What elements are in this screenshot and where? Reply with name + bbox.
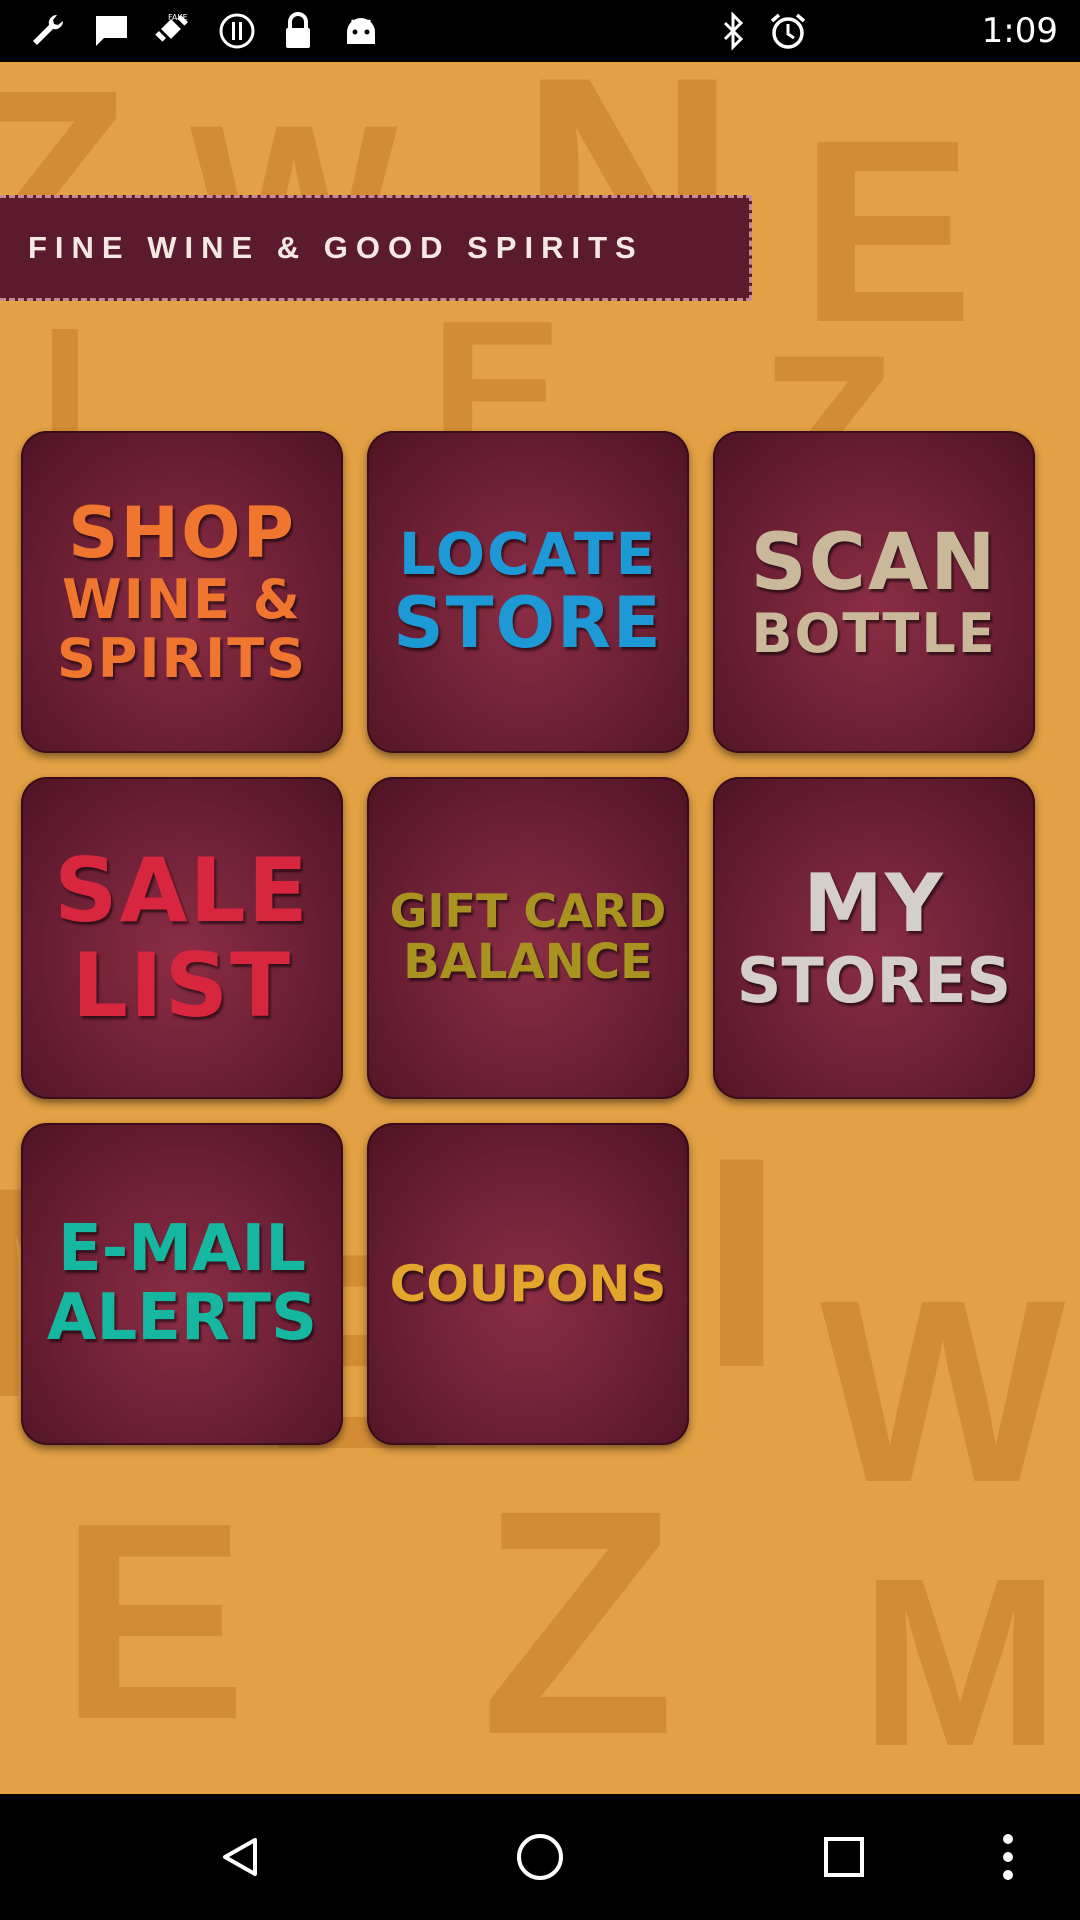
android-icon [338, 0, 384, 62]
tile-label-line: ALERTS [46, 1281, 318, 1355]
menu-icon[interactable] [948, 1794, 1068, 1920]
navigation-bar [0, 1794, 1080, 1920]
back-icon[interactable] [160, 1794, 320, 1920]
tile-label-line: SCAN [750, 517, 998, 608]
fake-gps-icon: FAKE [148, 0, 198, 62]
email-alerts-tile[interactable]: E-MAIL ALERTS [21, 1123, 343, 1445]
tile-label-line: SHOP [68, 491, 296, 574]
bg-pattern: M [860, 1528, 1060, 1794]
tile-label-line: LOCATE [398, 519, 658, 588]
alarm-icon [764, 0, 812, 62]
bg-pattern: I [700, 1094, 784, 1430]
status-time: 1:09 [981, 11, 1058, 51]
scan-bottle-tile[interactable]: SCAN BOTTLE [713, 431, 1035, 753]
recents-icon[interactable] [764, 1794, 924, 1920]
bg-pattern: W [820, 1247, 1066, 1537]
brand-banner-text: FINE WINE & GOOD SPIRITS [28, 230, 644, 265]
alert-icon [212, 0, 262, 62]
message-icon [86, 0, 136, 62]
sale-list-tile[interactable]: SALE LIST [21, 777, 343, 1099]
tile-label-line: WINE & [62, 568, 302, 632]
brand-banner: FINE WINE & GOOD SPIRITS [0, 195, 752, 301]
tile-label-line: SALE [54, 838, 310, 942]
tile-label-line: LIST [71, 934, 293, 1037]
my-stores-tile[interactable]: MY STORES [713, 777, 1035, 1099]
bluetooth-icon [712, 0, 756, 62]
tile-label-line: STORE [393, 581, 663, 664]
bg-pattern: E [60, 1466, 247, 1778]
tile-label-line: BALANCE [403, 933, 653, 990]
svg-text:FAKE: FAKE [168, 13, 188, 22]
tile-label-line: COUPONS [389, 1255, 667, 1313]
locate-store-tile[interactable]: LOCATE STORE [367, 431, 689, 753]
tile-label-line: E-MAIL [57, 1211, 307, 1286]
shop-wine-spirits-tile[interactable]: SHOP WINE & SPIRITS [21, 431, 343, 753]
tile-label-line: GIFT CARD [389, 884, 667, 939]
home-icon[interactable] [460, 1794, 620, 1920]
lock-icon [275, 0, 321, 62]
coupons-tile[interactable]: COUPONS [367, 1123, 689, 1445]
tile-label-line: BOTTLE [751, 601, 997, 665]
wrench-icon [22, 0, 72, 62]
tile-label-line: STORES [736, 943, 1012, 1017]
gift-card-balance-tile[interactable]: GIFT CARD BALANCE [367, 777, 689, 1099]
status-bar: FAKE 1:09 [0, 0, 1080, 62]
bg-pattern: Z [480, 1443, 676, 1794]
tile-label-line: SPIRITS [57, 626, 307, 690]
tile-label-line: MY [803, 857, 945, 951]
